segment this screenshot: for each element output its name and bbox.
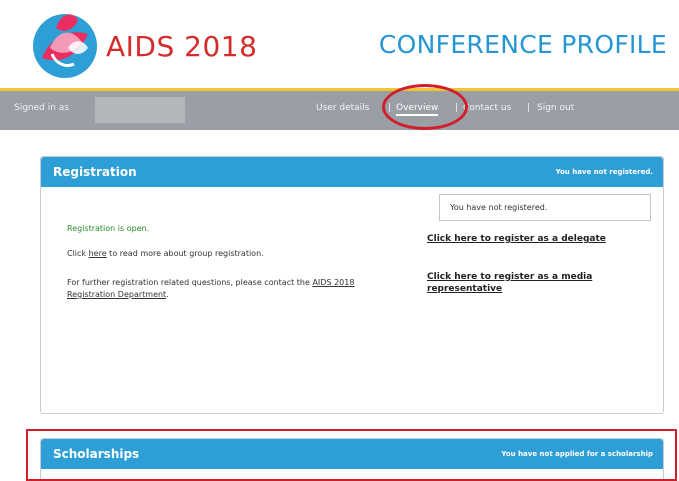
nav-separator: | [527,103,531,113]
registration-open-text: Registration is open. [67,224,150,233]
signed-in-label: Signed in as [14,103,70,113]
redacted-username [95,97,185,123]
group-registration-link[interactable]: here [89,249,107,258]
registration-status: You have not registered. [555,168,653,176]
aids-2018-logo [33,14,97,78]
nav-sign-out[interactable]: Sign out [537,103,574,113]
nav-user-details[interactable]: User details [316,103,369,113]
registration-status-box: You have not registered. [439,194,651,221]
site-header: AIDS 2018 CONFERENCE PROFILE [0,0,679,88]
brand-name: AIDS 2018 [106,30,258,63]
registration-title: Registration [53,165,137,179]
registration-card: Registration You have not registered. Re… [40,156,664,414]
register-delegate-link[interactable]: Click here to register as a delegate [427,233,657,245]
registration-card-header: Registration You have not registered. [41,157,663,187]
top-nav-bar: Signed in as User details | Overview | C… [0,88,679,130]
contact-text: For further registration related questio… [67,278,355,299]
nav-contact-us[interactable]: Contact us [463,103,511,113]
overview-highlight-circle [382,84,468,130]
scholarships-highlight-box [26,429,677,481]
register-media-link[interactable]: Click here to register as a media repres… [427,271,637,295]
page-title: CONFERENCE PROFILE [378,30,667,59]
group-registration-text: Click here to read more about group regi… [67,249,264,258]
